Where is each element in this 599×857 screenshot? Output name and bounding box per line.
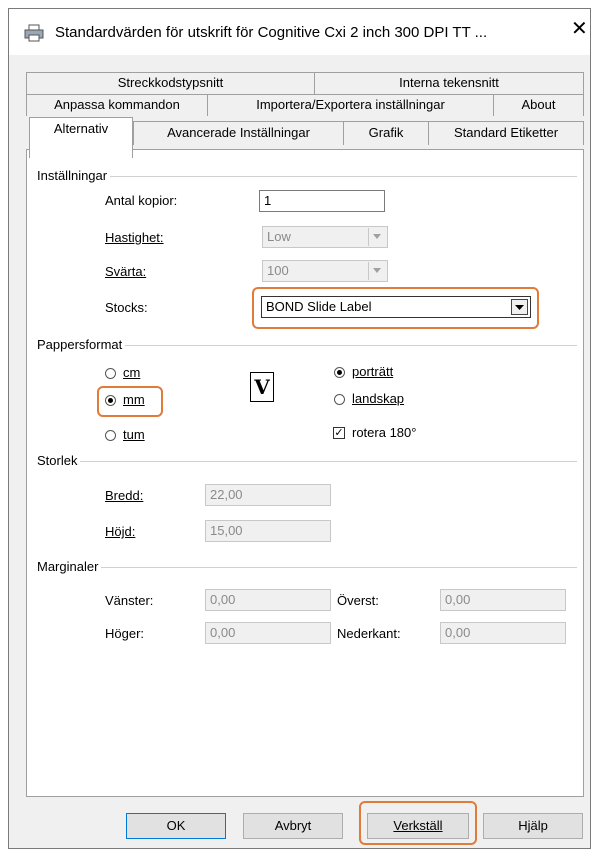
chevron-down-icon[interactable] xyxy=(511,299,528,315)
tab-standard-etiketter[interactable]: Standard Etiketter xyxy=(428,121,584,145)
window-title: Standardvärden för utskrift för Cognitiv… xyxy=(55,24,488,41)
chevron-down-icon xyxy=(368,228,386,246)
unit-cm-radio[interactable] xyxy=(105,368,116,379)
group-pappersformat: Pappersformat xyxy=(37,337,126,352)
hjalp-button[interactable]: Hjälp xyxy=(483,813,583,839)
hastighet-label: Hastighet: xyxy=(105,230,164,245)
avbryt-button[interactable]: Avbryt xyxy=(243,813,343,839)
stocks-select[interactable]: BOND Slide Label xyxy=(261,296,531,318)
tab-importera-exportera[interactable]: Importera/Exportera inställningar xyxy=(207,94,494,116)
orientation-portratt-radio[interactable] xyxy=(334,367,345,378)
divider xyxy=(39,567,577,568)
unit-cm-label: cm xyxy=(123,365,141,380)
tab-alternativ[interactable]: Alternativ xyxy=(29,117,133,158)
svarta-label: Svärta: xyxy=(105,264,147,279)
bredd-label: Bredd: xyxy=(105,488,144,503)
orientation-preview-icon: V xyxy=(250,372,274,402)
tab-grafik[interactable]: Grafik xyxy=(343,121,429,145)
orientation-landskap-label: landskap xyxy=(352,391,405,406)
group-storlek: Storlek xyxy=(37,453,81,468)
tab-about[interactable]: About xyxy=(493,94,584,116)
overst-input: 0,00 xyxy=(440,589,566,611)
print-defaults-dialog: Standardvärden för utskrift för Cognitiv… xyxy=(8,8,591,849)
divider xyxy=(39,176,577,177)
orientation-landskap-radio[interactable] xyxy=(334,394,345,405)
hastighet-select: Low xyxy=(262,226,388,248)
ok-button[interactable]: OK xyxy=(126,813,226,839)
orientation-portratt-label: porträtt xyxy=(352,364,394,379)
svarta-select: 100 xyxy=(262,260,388,282)
hojd-label: Höjd: xyxy=(105,524,136,539)
unit-mm-label: mm xyxy=(123,392,145,407)
group-marginaler: Marginaler xyxy=(37,559,102,574)
antal-kopior-label: Antal kopior: xyxy=(105,193,178,208)
unit-tum-radio[interactable] xyxy=(105,430,116,441)
antal-kopior-input[interactable]: 1 xyxy=(259,190,385,212)
close-icon[interactable]: ✕ xyxy=(571,19,588,39)
divider xyxy=(39,461,577,462)
nederkant-input: 0,00 xyxy=(440,622,566,644)
title-bar: Standardvärden för utskrift för Cognitiv… xyxy=(9,9,590,55)
vanster-label: Vänster: xyxy=(105,593,154,608)
verkstall-button[interactable]: Verkställ xyxy=(367,813,469,839)
chevron-down-icon xyxy=(368,262,386,280)
bredd-input: 22,00 xyxy=(205,484,331,506)
unit-tum-label: tum xyxy=(123,427,145,442)
unit-mm-radio[interactable] xyxy=(105,395,116,406)
hoger-input: 0,00 xyxy=(205,622,331,644)
hojd-input: 15,00 xyxy=(205,520,331,542)
rotate-label: rotera 180° xyxy=(352,425,417,440)
overst-label: Överst: xyxy=(337,593,379,608)
tab-streckkodstypsnitt[interactable]: Streckkodstypsnitt xyxy=(26,72,315,94)
rotate-checkbox[interactable]: ✓ xyxy=(333,427,345,439)
stocks-label: Stocks: xyxy=(105,300,148,315)
hoger-label: Höger: xyxy=(105,626,145,641)
tab-interna-tekensnitt[interactable]: Interna tekensnitt xyxy=(314,72,584,94)
tab-anpassa-kommandon[interactable]: Anpassa kommandon xyxy=(26,94,208,116)
nederkant-label: Nederkant: xyxy=(337,626,401,641)
vanster-input: 0,00 xyxy=(205,589,331,611)
printer-icon xyxy=(24,24,44,42)
group-installningar: Inställningar xyxy=(37,168,111,183)
tab-avancerade-installningar[interactable]: Avancerade Inställningar xyxy=(133,121,344,145)
